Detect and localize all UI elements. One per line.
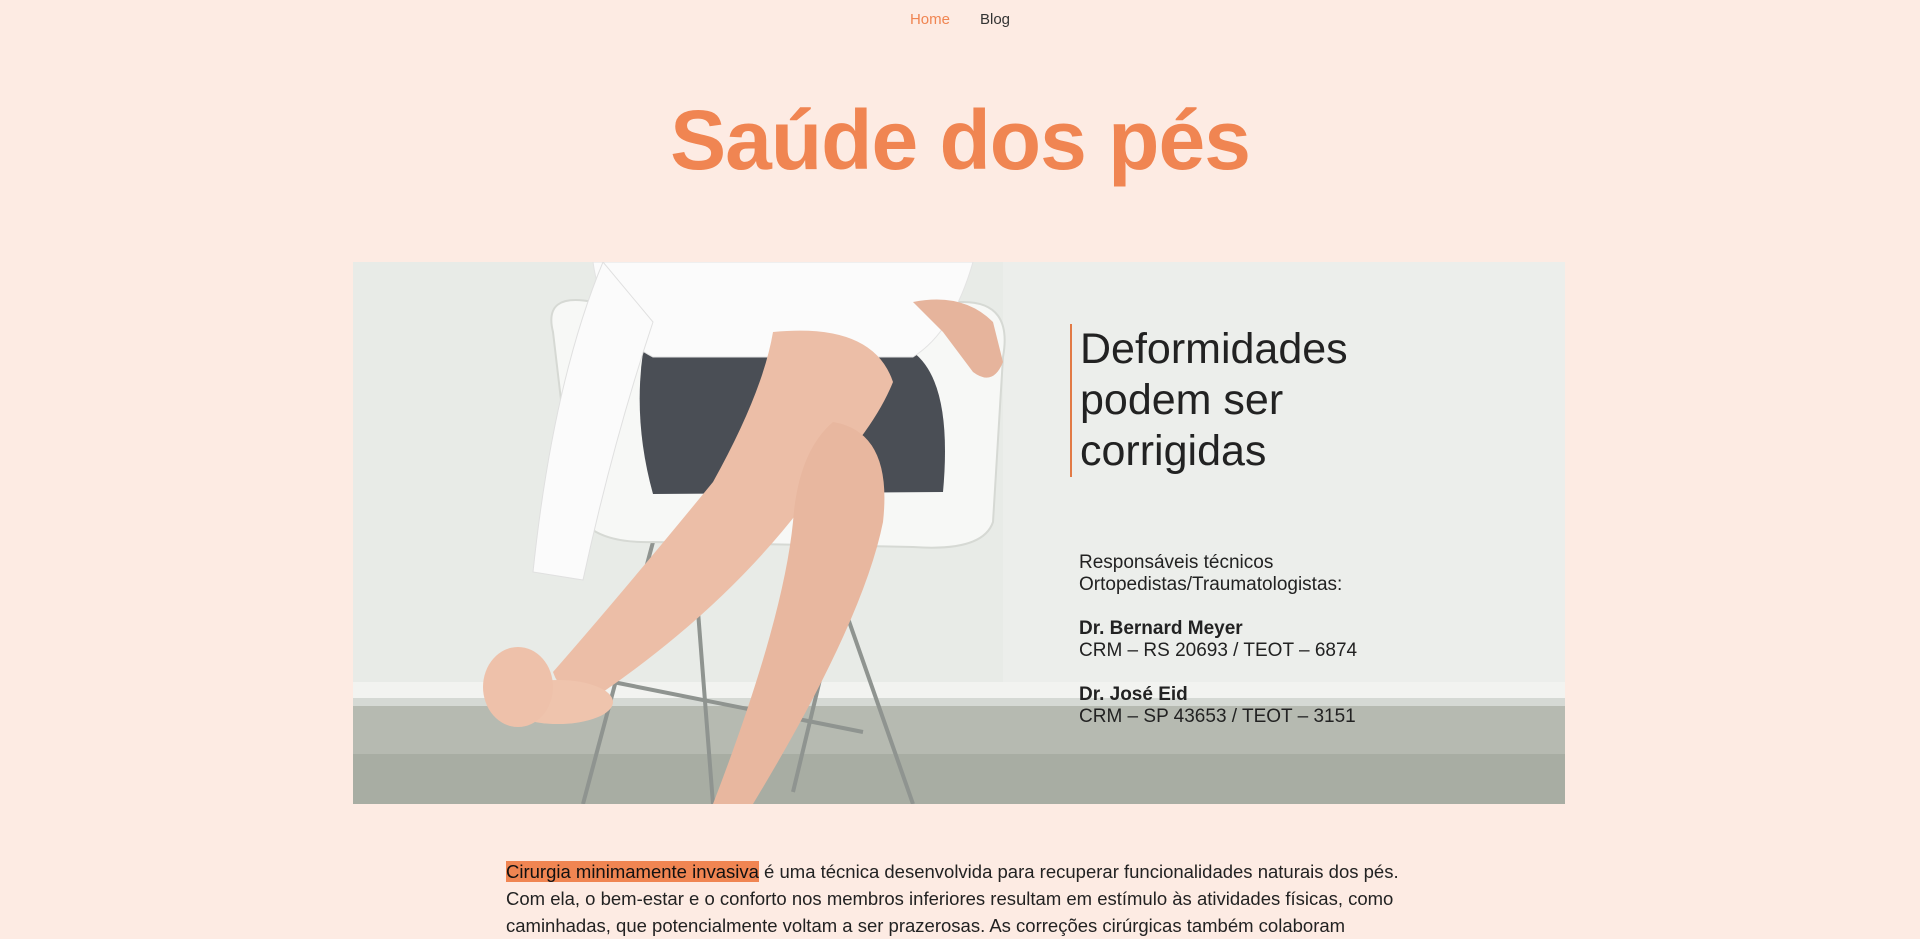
technical-credits: Responsáveis técnicos Ortopedistas/Traum… xyxy=(1079,552,1357,728)
doctor-name: Dr. José Eid xyxy=(1079,684,1188,705)
intro-highlight: Cirurgia minimamente invasiva xyxy=(506,861,759,882)
page-title: Saúde dos pés xyxy=(670,93,1251,187)
doctor-registry: CRM – RS 20693 / TEOT – 6874 xyxy=(1079,640,1358,661)
intro-paragraph: Cirurgia minimamente invasiva é uma técn… xyxy=(506,858,1416,939)
hero-headline-block: Deformidades podem ser corrigidas xyxy=(1070,324,1490,477)
credits-title: Responsáveis técnicos xyxy=(1079,552,1274,573)
hero-heading: Deformidades podem ser corrigidas xyxy=(1070,324,1490,477)
hero-heading-line: corrigidas xyxy=(1080,427,1267,475)
top-nav: Home Blog xyxy=(0,0,1920,38)
doctor-registry: CRM – SP 43653 / TEOT – 3151 xyxy=(1079,706,1356,727)
nav-home-link[interactable]: Home xyxy=(910,11,950,28)
hero-banner: Deformidades podem ser corrigidas Respon… xyxy=(353,262,1565,804)
hero-heading-line: podem ser xyxy=(1080,376,1284,424)
nav-blog-link[interactable]: Blog xyxy=(980,11,1010,28)
floor-front xyxy=(353,754,1565,804)
credits-subtitle: Ortopedistas/Traumatologistas: xyxy=(1079,574,1343,595)
hero-heading-line: Deformidades xyxy=(1080,325,1348,373)
hand xyxy=(483,647,553,727)
doctor-name: Dr. Bernard Meyer xyxy=(1079,618,1243,639)
